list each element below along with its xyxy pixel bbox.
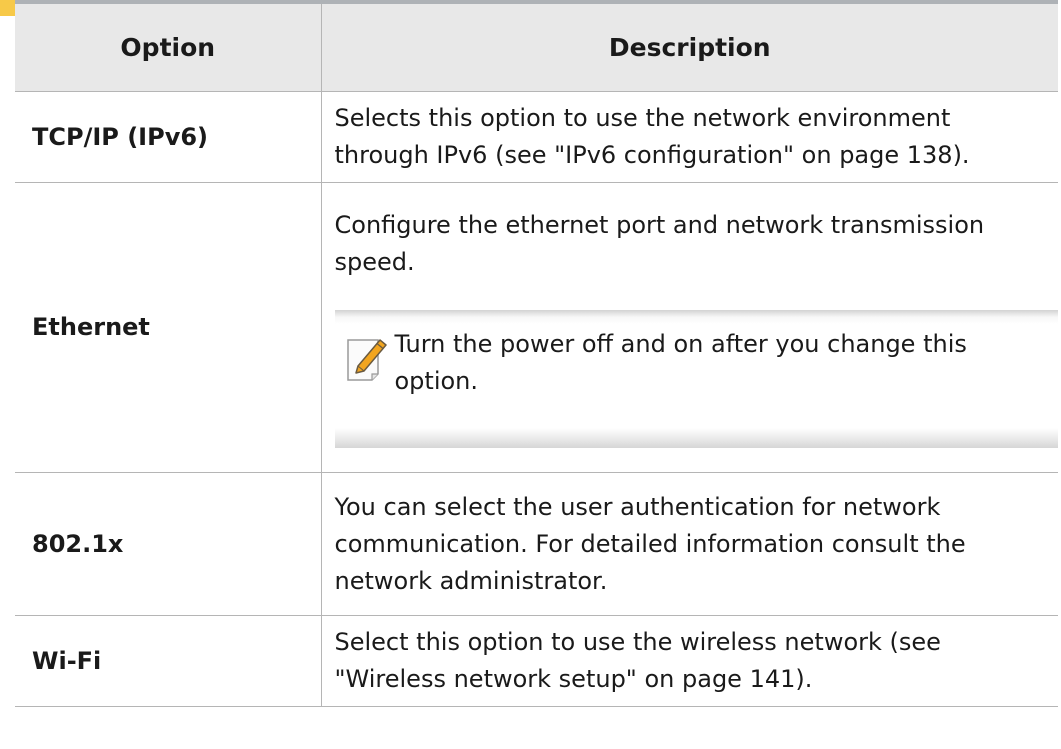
option-name: TCP/IP (IPv6): [15, 91, 321, 183]
option-description-text: Select this option to use the wireless n…: [334, 628, 941, 693]
option-name: 802.1x: [15, 472, 321, 616]
option-description: Configure the ethernet port and network …: [320, 182, 1058, 473]
option-description: Selects this option to use the network e…: [320, 91, 1058, 183]
description-column-header: Description: [320, 0, 1058, 92]
table-row-wi-fi: Wi-Fi Select this option to use the wire…: [15, 615, 1058, 707]
table-row-802-1x: 802.1x You can select the user authentic…: [15, 472, 1058, 616]
option-description-text: Configure the ethernet port and network …: [334, 211, 985, 276]
options-table: Option Description TCP/IP (IPv6) Selects…: [15, 0, 1058, 707]
note-callout: Turn the power off and on after you chan…: [334, 310, 1058, 448]
option-description: Select this option to use the wireless n…: [320, 615, 1058, 707]
option-name: Wi-Fi: [15, 615, 321, 707]
option-description-text: You can select the user authentication f…: [334, 492, 966, 595]
option-name: Ethernet: [15, 182, 321, 473]
note-pencil-icon: [344, 334, 392, 382]
page-edge-mark: [0, 0, 15, 16]
table-header-row: Option Description: [15, 0, 1058, 92]
note-text: Turn the power off and on after you chan…: [394, 330, 967, 395]
option-column-header: Option: [15, 0, 321, 92]
table-row-ethernet: Ethernet Configure the ethernet port and…: [15, 182, 1058, 473]
option-description-text: Selects this option to use the network e…: [334, 104, 970, 169]
table-row-tcp-ip-ipv6: TCP/IP (IPv6) Selects this option to use…: [15, 91, 1058, 183]
option-description: You can select the user authentication f…: [320, 472, 1058, 616]
